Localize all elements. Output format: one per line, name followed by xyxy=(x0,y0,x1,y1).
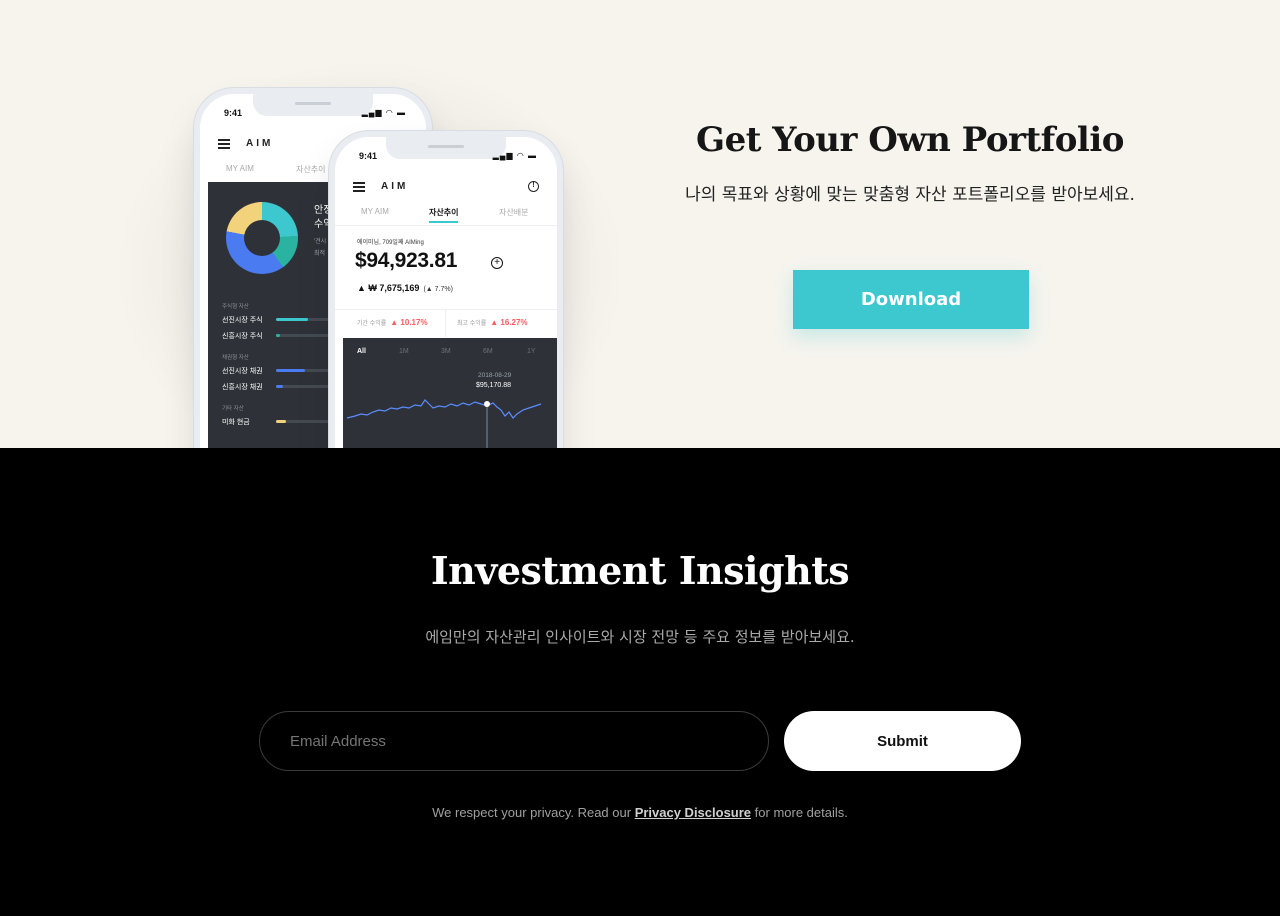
status-time: 9:41 xyxy=(224,108,243,118)
side-subtext-line: '견시 xyxy=(314,239,327,245)
asset-trend-chart: All 1M 3M 6M 1Y 2018-08-29 $95,170.88 xyxy=(343,338,557,448)
total-amount: $94,923.81 xyxy=(355,249,458,272)
signal-wifi-battery-icon: ▂▄▆ ◠ ▬ xyxy=(361,108,406,117)
download-button[interactable]: Download xyxy=(793,270,1029,329)
gain-row: ▲ ₩ 7,675,169 (▲ 7.7%) xyxy=(357,283,453,293)
max-return: 최고 수익률 ▲ 16.27% xyxy=(457,318,528,327)
trend-line-svg xyxy=(346,399,542,448)
menu-icon xyxy=(218,139,230,149)
privacy-prefix: We respect your privacy. Read our xyxy=(432,805,635,820)
menu-icon xyxy=(353,182,365,192)
insights-subtitle: 에임만의 자산관리 인사이트와 시장 전망 등 주요 정보를 받아보세요. xyxy=(425,628,855,646)
divider xyxy=(335,309,557,310)
side-text-line: 안정 xyxy=(314,205,333,216)
allocation-bar xyxy=(276,369,305,372)
max-return-value: ▲ 16.27% xyxy=(490,318,528,327)
period-return-label: 기간 수익률 xyxy=(357,321,387,327)
tooltip-dot xyxy=(484,401,490,407)
allocation-label: 선진시장 주식 xyxy=(222,317,263,324)
trend-line xyxy=(346,399,542,419)
side-subtext: '견시 최적 xyxy=(314,236,332,260)
allocation-bar xyxy=(276,334,280,337)
phone-notch xyxy=(386,137,506,159)
submit-button[interactable]: Submit xyxy=(784,711,1021,771)
allocation-label: 신흥시장 주식 xyxy=(222,333,263,340)
allocation-label: 신흥시장 채권 xyxy=(222,384,263,391)
phone-mockup-front: 9:41 ▂▄▆ ◠ ▬ AIM ! MY AIM 자산추이 자산배분 에이미님… xyxy=(335,137,557,448)
allocation-donut-chart xyxy=(226,202,298,274)
privacy-note: We respect your privacy. Read our Privac… xyxy=(0,805,1280,820)
period-return: 기간 수익률 ▲ 10.17% xyxy=(357,318,428,327)
insights-section: Investment Insights 에임만의 자산관리 인사이트와 시장 전… xyxy=(0,448,1280,916)
privacy-suffix: for more details. xyxy=(751,805,848,820)
hero-subtitle: 나의 목표와 상황에 맞는 맞춤형 자산 포트폴리오를 받아보세요. xyxy=(685,185,1135,205)
gain-amount: ▲ ₩ 7,675,169 xyxy=(357,283,420,293)
signal-wifi-battery-icon: ▂▄▆ ◠ ▬ xyxy=(492,151,537,160)
add-icon: + xyxy=(491,257,503,269)
allocation-bar xyxy=(276,385,283,388)
privacy-disclosure-link[interactable]: Privacy Disclosure xyxy=(635,805,751,820)
tab-asset-trend: 자산추이 xyxy=(429,208,459,223)
info-icon: ! xyxy=(528,181,539,192)
divider xyxy=(445,309,446,337)
tab-divider xyxy=(335,225,557,226)
insights-title: Investment Insights xyxy=(430,548,850,593)
phone-notch xyxy=(253,94,373,116)
app-logo: AIM xyxy=(381,181,409,192)
allocation-bar xyxy=(276,318,308,321)
email-input[interactable] xyxy=(259,711,769,771)
gain-percent: (▲ 7.7%) xyxy=(423,286,453,293)
app-logo: AIM xyxy=(246,138,274,149)
status-time: 9:41 xyxy=(359,151,378,161)
hero-title: Get Your Own Portfolio xyxy=(696,120,1124,160)
max-return-label: 최고 수익률 xyxy=(457,321,487,327)
allocation-label: 미화 현금 xyxy=(222,419,250,426)
side-text-line: 수익 xyxy=(314,219,333,230)
allocation-label: 선진시장 채권 xyxy=(222,368,263,375)
portfolio-section: 9:41 ▂▄▆ ◠ ▬ AIM MY AIM 자산추이 안정 수익 '견시 최… xyxy=(0,0,1280,448)
side-subtext-line: 최적 xyxy=(314,251,326,257)
tab-asset-allocation: 자산배분 xyxy=(499,208,529,217)
allocation-bar-track xyxy=(276,385,332,388)
allocation-bar xyxy=(276,420,286,423)
tab-asset-trend: 자산추이 xyxy=(296,165,326,174)
allocation-bar-track xyxy=(276,334,332,337)
greeting-text: 에이미님, 709일째 AIMing xyxy=(357,240,424,246)
period-return-value: ▲ 10.17% xyxy=(390,318,428,327)
tab-my-aim: MY AIM xyxy=(361,207,389,216)
tab-my-aim: MY AIM xyxy=(226,164,254,173)
